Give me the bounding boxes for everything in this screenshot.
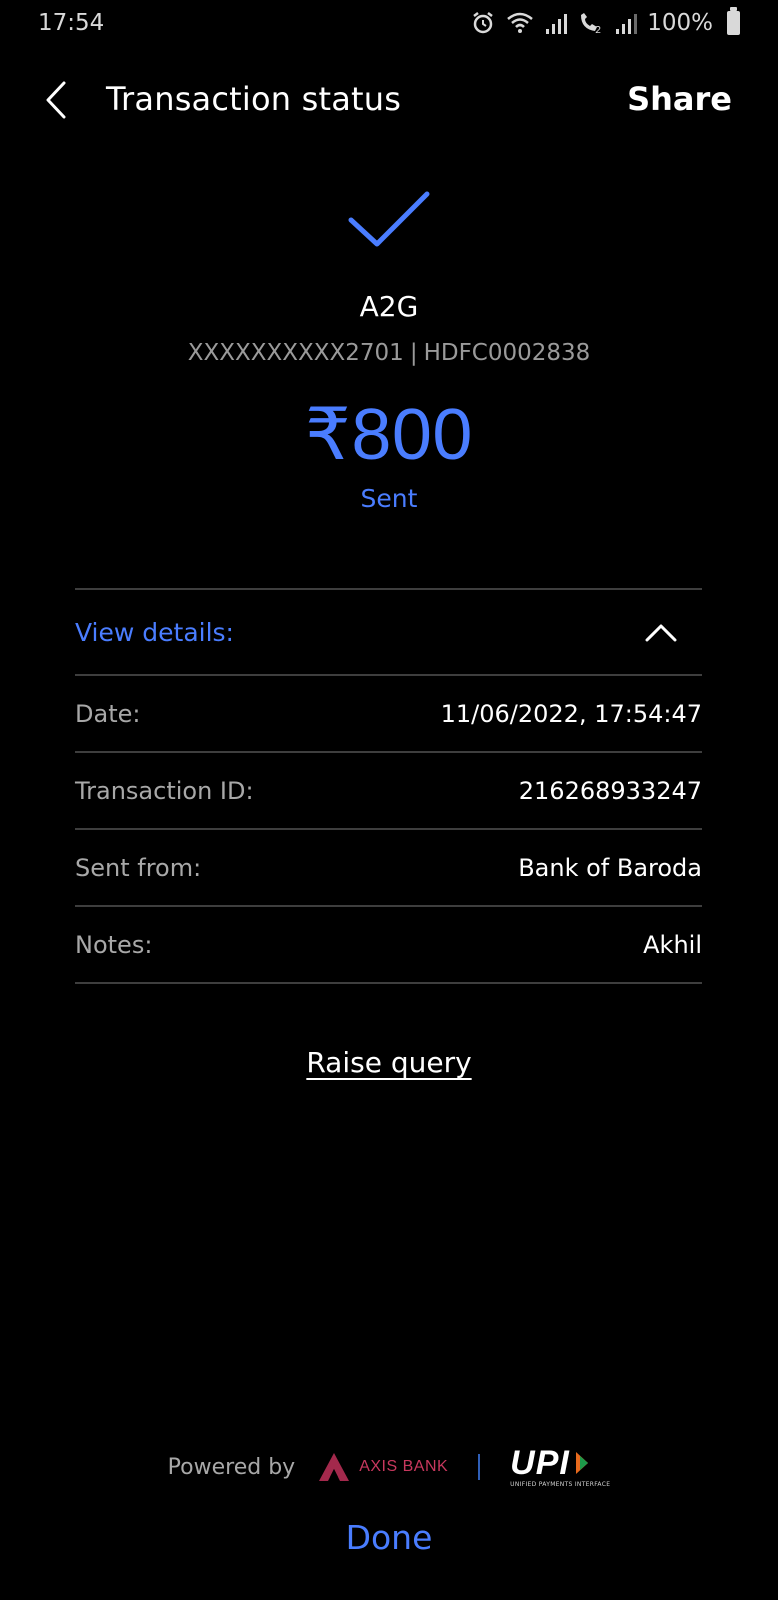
powered-by-label: Powered by (167, 1454, 296, 1480)
transaction-status: Sent (360, 484, 418, 513)
divider: | (409, 340, 418, 366)
status-bar: 17:54 2 100% (0, 0, 778, 46)
status-icons: 2 100% (471, 7, 740, 36)
payee-account-info: XXXXXXXXXX2701 | HDFC0002838 (0, 340, 778, 366)
detail-label: Transaction ID: (75, 776, 254, 805)
payee-account: XXXXXXXXXX2701 (187, 340, 404, 366)
wifi-icon (505, 11, 535, 35)
axis-bank-logo: AXIS BANK (317, 1451, 448, 1483)
detail-label: Notes: (75, 930, 153, 959)
upi-arrow-icon (575, 1452, 588, 1474)
battery-percent: 100% (647, 10, 713, 36)
axis-bank-name: AXIS BANK (359, 1458, 449, 1475)
detail-label: Sent from: (75, 853, 202, 882)
upi-logo: UPI UNIFIED PAYMENTS INTERFACE (510, 1446, 610, 1488)
detail-value: Akhil (643, 930, 702, 959)
detail-value: 11/06/2022, 17:54:47 (440, 699, 702, 728)
back-button[interactable] (36, 76, 76, 124)
done-button[interactable]: Done (346, 1518, 433, 1557)
view-details-toggle[interactable]: View details: (75, 590, 702, 676)
axis-bank-icon (319, 1453, 350, 1481)
share-button[interactable]: Share (627, 80, 732, 118)
detail-value: 216268933247 (518, 776, 702, 805)
app-header: Transaction status Share (0, 70, 778, 130)
raise-query-container: Raise query (0, 1046, 778, 1079)
signal-icon (545, 11, 568, 35)
details-section: View details: Date: 11/06/2022, 17:54:47… (75, 588, 702, 984)
upi-subtitle: UNIFIED PAYMENTS INTERFACE (510, 1481, 611, 1488)
done-container: Done (0, 1518, 778, 1557)
checkmark-icon (348, 191, 430, 247)
detail-row-sent-from: Sent from: Bank of Baroda (75, 830, 702, 907)
detail-row-notes: Notes: Akhil (75, 907, 702, 984)
footer-divider (478, 1454, 481, 1480)
chevron-up-icon (645, 624, 677, 642)
status-time: 17:54 (38, 10, 105, 36)
detail-label: Date: (75, 699, 141, 728)
powered-by-footer: Powered by AXIS BANK UPI UNIFIED PAYMENT… (0, 1446, 778, 1488)
payee-name: A2G (359, 290, 419, 323)
upi-text: UPI (510, 1444, 570, 1482)
svg-text:2: 2 (595, 25, 601, 35)
upi-mark: UPI (510, 1446, 590, 1480)
detail-value: Bank of Baroda (518, 853, 702, 882)
amount: ₹800 (305, 395, 473, 475)
signal-icon (615, 11, 638, 35)
alarm-icon (471, 11, 495, 35)
payee-ifsc: HDFC0002838 (423, 340, 591, 366)
view-details-label: View details: (75, 617, 234, 647)
page-title: Transaction status (106, 80, 402, 118)
wifi-calling-icon: 2 (577, 11, 605, 35)
detail-row-date: Date: 11/06/2022, 17:54:47 (75, 676, 702, 753)
battery-icon (727, 7, 740, 35)
raise-query-link[interactable]: Raise query (306, 1046, 471, 1079)
detail-row-transaction-id: Transaction ID: 216268933247 (75, 753, 702, 830)
chevron-left-icon (46, 81, 66, 119)
